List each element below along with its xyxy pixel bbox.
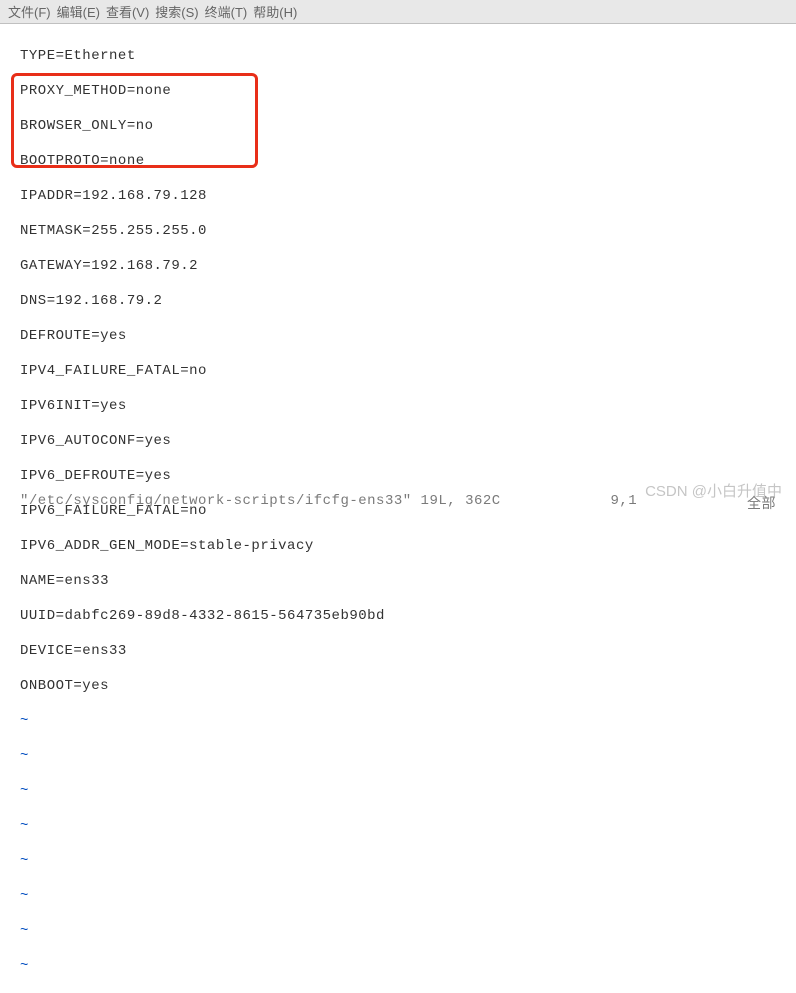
config-line: TYPE=Ethernet xyxy=(20,48,796,66)
status-file-info: "/etc/sysconfig/network-scripts/ifcfg-en… xyxy=(20,493,501,513)
status-cursor-pos: 9,1 xyxy=(610,493,637,513)
config-line: DEVICE=ens33 xyxy=(20,643,796,661)
menu-edit[interactable]: 编辑(E) xyxy=(57,2,100,21)
empty-line-marker: ~ xyxy=(20,923,796,941)
status-scroll: 全部 xyxy=(747,493,776,513)
config-line: IPV6_AUTOCONF=yes xyxy=(20,433,796,451)
config-line: NAME=ens33 xyxy=(20,573,796,591)
config-line: BOOTPROTO=none xyxy=(20,153,796,171)
config-line: IPV4_FAILURE_FATAL=no xyxy=(20,363,796,381)
config-line: IPV6_DEFROUTE=yes xyxy=(20,468,796,486)
config-line: IPV6_ADDR_GEN_MODE=stable-privacy xyxy=(20,538,796,556)
menu-file[interactable]: 文件(F) xyxy=(8,2,51,21)
empty-line-marker: ~ xyxy=(20,748,796,766)
config-line: DNS=192.168.79.2 xyxy=(20,293,796,311)
empty-line-marker: ~ xyxy=(20,818,796,836)
vim-status-line: "/etc/sysconfig/network-scripts/ifcfg-en… xyxy=(0,493,796,513)
config-line: DEFROUTE=yes xyxy=(20,328,796,346)
config-line: NETMASK=255.255.255.0 xyxy=(20,223,796,241)
menu-help[interactable]: 帮助(H) xyxy=(253,2,297,21)
config-line: PROXY_METHOD=none xyxy=(20,83,796,101)
menubar: 文件(F) 编辑(E) 查看(V) 搜索(S) 终端(T) 帮助(H) xyxy=(0,0,796,24)
empty-line-marker: ~ xyxy=(20,888,796,906)
empty-line-marker: ~ xyxy=(20,713,796,731)
config-line: IPV6INIT=yes xyxy=(20,398,796,416)
config-line: IPADDR=192.168.79.128 xyxy=(20,188,796,206)
empty-line-marker: ~ xyxy=(20,783,796,801)
config-line: BROWSER_ONLY=no xyxy=(20,118,796,136)
menu-view[interactable]: 查看(V) xyxy=(106,2,149,21)
empty-line-marker: ~ xyxy=(20,958,796,976)
menu-search[interactable]: 搜索(S) xyxy=(155,2,198,21)
menu-terminal[interactable]: 终端(T) xyxy=(205,2,248,21)
config-line: ONBOOT=yes xyxy=(20,678,796,696)
config-line: UUID=dabfc269-89d8-4332-8615-564735eb90b… xyxy=(20,608,796,626)
config-line: GATEWAY=192.168.79.2 xyxy=(20,258,796,276)
empty-line-marker: ~ xyxy=(20,853,796,871)
